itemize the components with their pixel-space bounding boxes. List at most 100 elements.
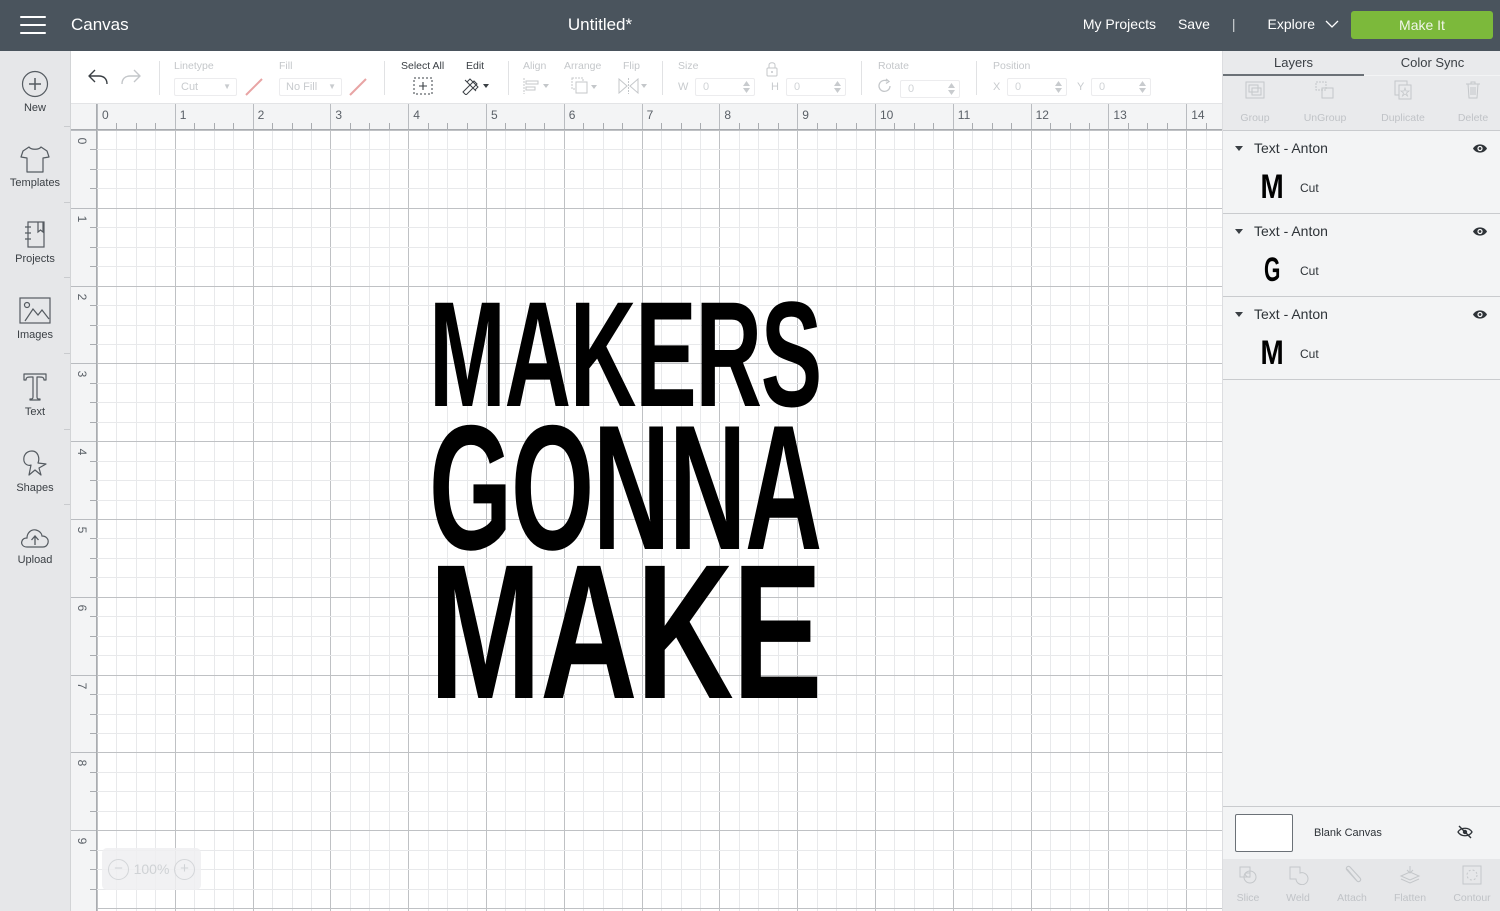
- delete-button[interactable]: Delete: [1453, 80, 1493, 124]
- ruler-minor-tick: [90, 480, 96, 482]
- zoom-out-button[interactable]: −: [108, 858, 129, 880]
- align-icon[interactable]: [523, 78, 551, 94]
- vertical-ruler: 0 1 2 3 4 5 6 7 8 9: [71, 130, 97, 911]
- zoom-level: 100%: [133, 861, 170, 877]
- redo-icon[interactable]: [120, 68, 142, 86]
- contour-button[interactable]: Contour: [1449, 865, 1495, 904]
- layer-item[interactable]: Text - Anton M Cut: [1223, 131, 1500, 214]
- linetype-color-swatch-icon[interactable]: [244, 77, 264, 97]
- make-it-button[interactable]: Make It: [1351, 11, 1493, 39]
- ruler-label: 3: [75, 371, 89, 378]
- ruler-label: 2: [75, 293, 89, 300]
- collapse-caret-icon[interactable]: [1235, 146, 1243, 151]
- slice-button[interactable]: Slice: [1228, 865, 1268, 904]
- ruler-minor-tick: [738, 123, 740, 129]
- duplicate-button[interactable]: Duplicate: [1371, 80, 1435, 124]
- y-position-input[interactable]: 0: [1091, 78, 1151, 96]
- x-value: 0: [1015, 81, 1022, 93]
- select-all-icon[interactable]: [413, 77, 433, 95]
- edit-tools-icon[interactable]: [461, 77, 491, 95]
- flatten-icon: [1399, 866, 1421, 884]
- attach-button[interactable]: Attach: [1332, 865, 1372, 904]
- canvas-grid[interactable]: MAKERS GONNA MAKE: [97, 130, 1222, 911]
- ruler-major-tick: [97, 104, 98, 129]
- height-input[interactable]: 0: [786, 78, 846, 96]
- rotate-input[interactable]: 0: [900, 80, 960, 98]
- y-value: 0: [1099, 81, 1106, 93]
- ruler-minor-tick: [90, 655, 96, 657]
- ruler-major-tick: [797, 104, 799, 129]
- flip-icon[interactable]: [618, 78, 648, 94]
- stepper-icon[interactable]: [834, 81, 841, 93]
- ruler-minor-tick: [1069, 123, 1071, 129]
- fill-select[interactable]: No Fill ▼: [279, 78, 342, 96]
- sidebar-item-projects[interactable]: Projects: [0, 221, 70, 297]
- weld-button[interactable]: Weld: [1278, 865, 1318, 904]
- ungroup-button[interactable]: UnGroup: [1298, 80, 1352, 124]
- ruler-major-tick: [71, 830, 96, 832]
- grid-minor-line: [97, 246, 1222, 248]
- ruler-minor-tick: [90, 402, 96, 404]
- sidebar-item-images[interactable]: Images: [0, 297, 70, 373]
- stepper-icon[interactable]: [948, 83, 955, 95]
- ruler-minor-tick: [90, 810, 96, 812]
- save-link[interactable]: Save: [1178, 16, 1210, 32]
- ruler-minor-tick: [90, 694, 96, 696]
- design-line-make[interactable]: MAKE: [429, 536, 822, 728]
- lock-icon[interactable]: [765, 61, 779, 77]
- weld-icon: [1289, 866, 1309, 885]
- ruler-minor-tick: [972, 123, 974, 129]
- eye-hidden-icon[interactable]: [1456, 825, 1474, 839]
- collapse-caret-icon[interactable]: [1235, 312, 1243, 317]
- eye-icon[interactable]: [1472, 143, 1488, 154]
- sidebar-item-shapes[interactable]: Shapes: [0, 448, 70, 524]
- layer-item[interactable]: Text - Anton M Cut: [1223, 297, 1500, 380]
- linetype-select[interactable]: Cut ▼: [174, 78, 237, 96]
- explore-dropdown[interactable]: Explore: [1268, 16, 1339, 32]
- sidebar-item-new[interactable]: New: [0, 70, 70, 146]
- sidebar-item-text[interactable]: Text: [0, 372, 70, 448]
- collapse-caret-icon[interactable]: [1235, 229, 1243, 234]
- ruler-minor-tick: [272, 123, 274, 129]
- ruler-minor-tick: [90, 499, 96, 501]
- undo-icon[interactable]: [87, 68, 109, 86]
- stepper-icon[interactable]: [743, 81, 750, 93]
- design-text-group[interactable]: MAKERS GONNA MAKE: [429, 279, 822, 728]
- grid-major-line: [97, 207, 1222, 209]
- flip-label: Flip: [623, 60, 640, 72]
- stepper-icon[interactable]: [1055, 81, 1062, 93]
- layer-item[interactable]: Text - Anton G Cut: [1223, 214, 1500, 297]
- fill-color-swatch-icon[interactable]: [348, 77, 368, 97]
- eye-icon[interactable]: [1472, 226, 1488, 237]
- zoom-in-button[interactable]: +: [174, 858, 195, 880]
- sidebar-item-templates[interactable]: Templates: [0, 145, 70, 221]
- ruler-minor-tick: [680, 123, 682, 129]
- tab-layers[interactable]: Layers: [1223, 55, 1364, 70]
- grid-major-line: [97, 830, 1222, 832]
- ruler-label: 0: [75, 137, 89, 145]
- ruler-major-tick: [330, 104, 332, 129]
- ruler-label: 4: [413, 108, 420, 122]
- canvas-color-swatch[interactable]: [1235, 814, 1293, 852]
- sidebar-item-upload[interactable]: Upload: [0, 526, 70, 602]
- eye-icon[interactable]: [1472, 309, 1488, 320]
- layer-thumbnail: M: [1260, 334, 1284, 372]
- zoom-control: − 100% +: [102, 848, 201, 890]
- stepper-icon[interactable]: [1139, 81, 1146, 93]
- flatten-button[interactable]: Flatten: [1389, 865, 1431, 904]
- ruler-major-tick: [719, 104, 721, 129]
- group-button[interactable]: Group: [1233, 80, 1277, 124]
- ruler-minor-tick: [90, 888, 96, 890]
- x-position-input[interactable]: 0: [1007, 78, 1067, 96]
- ruler-label: 9: [802, 108, 809, 122]
- arrange-icon[interactable]: [571, 77, 599, 95]
- sidebar-label: New: [23, 102, 46, 114]
- y-label: Y: [1077, 81, 1085, 93]
- ruler-corner: [71, 104, 97, 130]
- width-input[interactable]: 0: [695, 78, 755, 96]
- my-projects-link[interactable]: My Projects: [1083, 16, 1156, 32]
- size-label: Size: [678, 60, 699, 72]
- tab-color-sync[interactable]: Color Sync: [1364, 55, 1500, 70]
- trash-icon: [1466, 81, 1480, 99]
- slice-icon: [1239, 866, 1257, 884]
